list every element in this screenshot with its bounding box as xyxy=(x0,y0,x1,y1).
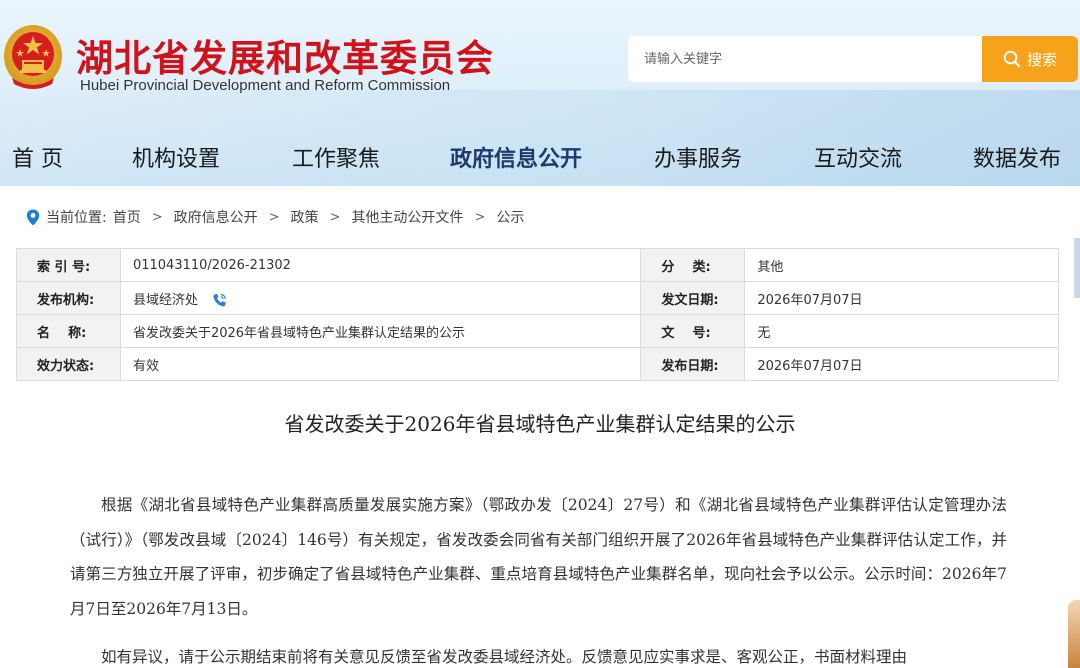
breadcrumb: 当前位置: 首页 > 政府信息公开 > 政策 > 其他主动公开文件 > 公示 xyxy=(26,206,524,228)
breadcrumb-separator: > xyxy=(268,209,280,225)
search-button-label: 搜索 xyxy=(1026,50,1057,69)
side-floating-widget[interactable] xyxy=(1068,600,1080,668)
value-publisher-cell: 县域经济处 xyxy=(119,281,642,315)
label-category: 分 类: xyxy=(640,248,746,282)
body-paragraph: 如有异议，请于公示期结束前将有关意见反馈至省发改委县域经济处。反馈意见应实事求是… xyxy=(101,648,908,666)
breadcrumb-separator: > xyxy=(329,209,341,225)
side-decoration xyxy=(1074,238,1080,298)
nav-item-organization[interactable]: 机构设置 xyxy=(132,140,220,180)
phone-icon[interactable] xyxy=(212,293,227,308)
label-name: 名 称: xyxy=(16,314,121,348)
location-pin-icon xyxy=(26,209,40,225)
info-row-index: 索 引 号: 011043110/2026-21302 分 类: 其他 xyxy=(16,248,1059,282)
national-emblem-icon[interactable] xyxy=(2,22,64,92)
nav-item-home[interactable]: 首 页 xyxy=(12,140,63,180)
breadcrumb-item-notice[interactable]: 公示 xyxy=(496,207,524,227)
value-issue-date: 2026年07月07日 xyxy=(744,281,1059,315)
info-row-publisher: 发布机构: 县域经济处 发文日期: 2026年07月07日 xyxy=(16,281,1059,315)
body-paragraph: 根据《湖北省县域特色产业集群高质量发展实施方案》（鄂政办发〔2024〕27号）和… xyxy=(70,496,1007,618)
info-row-name: 名 称: 省发改委关于2026年省县域特色产业集群认定结果的公示 文 号: 无 xyxy=(16,314,1059,348)
label-publisher: 发布机构: xyxy=(16,281,121,315)
label-issue-date: 发文日期: xyxy=(640,281,746,315)
value-category: 其他 xyxy=(744,248,1059,282)
value-index-number: 011043110/2026-21302 xyxy=(119,248,642,282)
breadcrumb-separator: > xyxy=(151,209,163,225)
value-name: 省发改委关于2026年省县域特色产业集群认定结果的公示 xyxy=(119,314,642,348)
site-header: 湖北省发展和改革委员会 Hubei Provincial Development… xyxy=(0,0,1080,186)
value-publish-date: 2026年07月07日 xyxy=(744,347,1059,381)
nav-item-interaction[interactable]: 互动交流 xyxy=(814,140,902,180)
document-title: 省发改委关于2026年省县域特色产业集群认定结果的公示 xyxy=(284,412,796,436)
nav-item-work-focus[interactable]: 工作聚焦 xyxy=(292,140,380,180)
nav-item-data-release[interactable]: 数据发布 xyxy=(973,140,1061,180)
label-publish-date: 发布日期: xyxy=(640,347,746,381)
breadcrumb-item-other-files[interactable]: 其他主动公开文件 xyxy=(351,207,463,227)
nav-item-gov-info-disclosure[interactable]: 政府信息公开 xyxy=(450,140,582,180)
breadcrumb-item-policy[interactable]: 政策 xyxy=(291,207,319,227)
value-doc-number: 无 xyxy=(744,314,1059,348)
value-publisher: 县域经济处 xyxy=(132,292,198,308)
info-row-status: 效力状态: 有效 发布日期: 2026年07月07日 xyxy=(16,347,1059,381)
nav-item-services[interactable]: 办事服务 xyxy=(654,140,742,180)
document-body: 根据《湖北省县域特色产业集群高质量发展实施方案》（鄂政办发〔2024〕27号）和… xyxy=(70,488,1007,668)
search-button[interactable]: 搜索 xyxy=(982,36,1078,82)
search-icon xyxy=(1003,50,1021,68)
search-input[interactable] xyxy=(628,36,982,82)
document-info-table: 索 引 号: 011043110/2026-21302 分 类: 其他 发布机构… xyxy=(16,248,1059,381)
label-validity-status: 效力状态: xyxy=(16,347,121,381)
breadcrumb-prefix: 当前位置: xyxy=(46,210,107,226)
breadcrumb-item-gov-info[interactable]: 政府信息公开 xyxy=(174,207,258,227)
breadcrumb-item-home[interactable]: 首页 xyxy=(113,207,141,227)
value-validity-status: 有效 xyxy=(119,347,642,381)
site-subtitle: Hubei Provincial Development and Reform … xyxy=(80,77,451,94)
site-title: 湖北省发展和改革委员会 xyxy=(76,37,494,80)
label-doc-number: 文 号: xyxy=(640,314,746,348)
label-index-number: 索 引 号: xyxy=(16,248,121,282)
search-box xyxy=(628,36,982,82)
main-nav: 首 页 机构设置 工作聚焦 政府信息公开 办事服务 互动交流 数据发布 xyxy=(0,140,1080,180)
breadcrumb-separator: > xyxy=(474,209,486,225)
